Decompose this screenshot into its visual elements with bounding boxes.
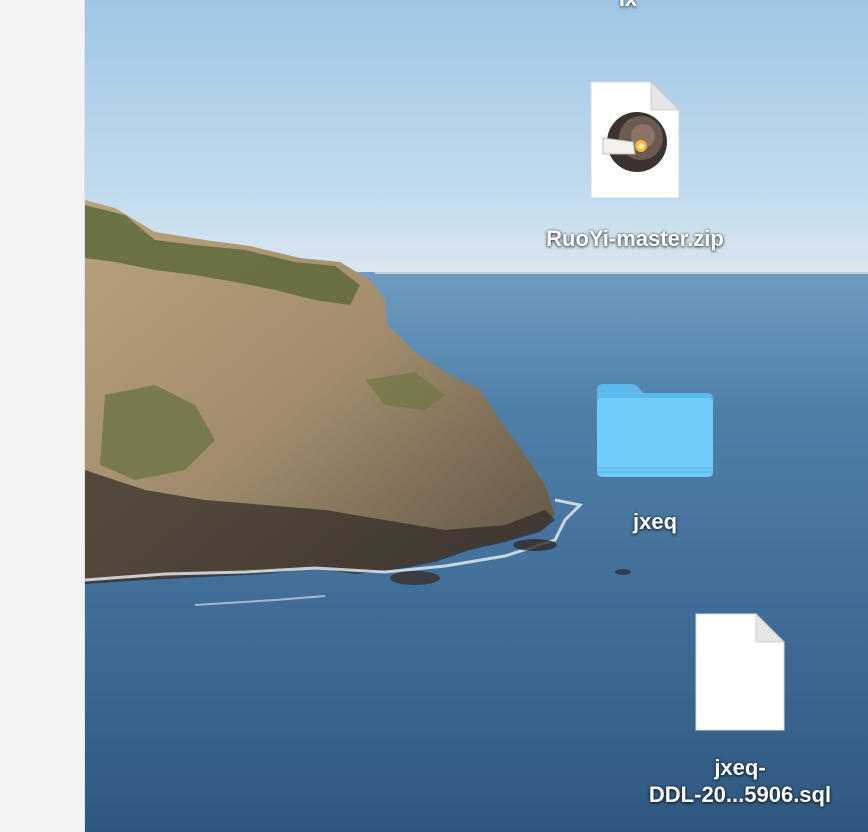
- desktop-item-label-line1: jxeq-: [714, 755, 766, 780]
- archive-utility-icon: [590, 80, 681, 199]
- desktop-screen: Ix RuoYi-master.zip jxeq jxeq-: [0, 0, 868, 832]
- desktop-item-label: RuoYi-master.zip: [546, 226, 724, 251]
- finder-sidebar-edge: [0, 0, 85, 832]
- desktop-item-label-partial: Ix: [608, 0, 648, 12]
- desktop-item-jxeq-sql[interactable]: jxeq- DDL-20...5906.sql: [630, 612, 850, 808]
- desktop-item-label: jxeq: [632, 509, 678, 534]
- blank-document-icon: [695, 612, 786, 731]
- folder-icon: [597, 384, 713, 477]
- desktop-item-ruoyi-zip[interactable]: RuoYi-master.zip: [530, 80, 740, 252]
- desktop-item-label-line2: DDL-20...5906.sql: [648, 782, 832, 807]
- desktop-item-jxeq-folder[interactable]: jxeq: [565, 382, 745, 535]
